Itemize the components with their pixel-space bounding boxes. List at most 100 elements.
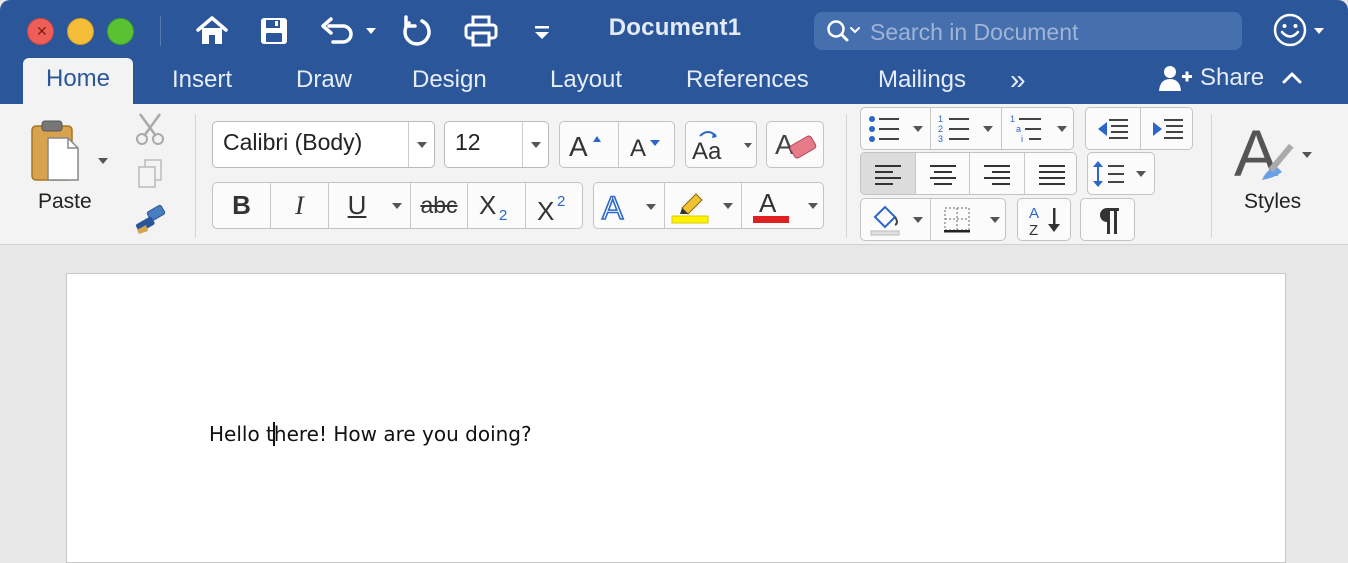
svg-text:A: A (775, 129, 794, 160)
svg-text:2: 2 (557, 193, 565, 210)
subscript-button[interactable]: X2 (468, 183, 525, 228)
format-painter-icon[interactable] (134, 204, 168, 241)
shrink-font-button[interactable]: A (619, 122, 674, 167)
bullets-options-button[interactable] (907, 108, 929, 149)
decrease-indent-icon (1098, 118, 1128, 139)
svg-text:X: X (479, 190, 496, 220)
text-effects-button[interactable]: A (594, 183, 664, 228)
home-icon[interactable] (193, 12, 231, 50)
feedback-smiley-icon[interactable] (1272, 12, 1328, 53)
share-button[interactable]: Share (1158, 60, 1306, 96)
sort-icon: AZ (1029, 205, 1060, 238)
grow-font-button[interactable]: A (560, 122, 618, 167)
svg-text:1: 1 (1010, 114, 1015, 124)
line-spacing-button[interactable] (1087, 152, 1155, 195)
svg-text:Z: Z (1029, 222, 1038, 238)
document-body-text[interactable]: Hello there! How are you doing? (209, 422, 532, 446)
superscript-button[interactable]: X2 (526, 183, 582, 228)
align-left-button[interactable] (861, 153, 915, 194)
shading-button[interactable] (861, 199, 907, 240)
paste-label[interactable]: Paste (38, 190, 92, 214)
chevron-down-icon (990, 216, 1000, 223)
chevron-down-icon (723, 202, 733, 209)
shrink-font-icon: A (630, 135, 660, 160)
tab-layout[interactable]: Layout (550, 62, 622, 98)
group-divider (846, 114, 847, 238)
tab-design[interactable]: Design (412, 62, 487, 98)
svg-text:X: X (537, 196, 554, 222)
increase-indent-button[interactable] (1141, 108, 1192, 149)
indent-group (1085, 107, 1193, 150)
bullets-button[interactable] (861, 108, 907, 149)
borders-button[interactable] (931, 199, 983, 240)
underline-options-button[interactable] (385, 183, 409, 228)
styles-icon[interactable]: A (1232, 116, 1318, 190)
tab-draw[interactable]: Draw (296, 62, 352, 98)
close-window-button[interactable]: ✕ (27, 18, 54, 45)
subscript-icon: X2 (479, 190, 507, 222)
more-tabs-button[interactable]: » (1010, 62, 1026, 98)
font-size-group: A A (559, 121, 675, 168)
align-right-button[interactable] (970, 153, 1024, 194)
font-color-options-button[interactable] (800, 183, 823, 228)
save-icon[interactable] (256, 12, 292, 50)
shading-options-button[interactable] (907, 199, 929, 240)
tab-home[interactable]: Home (23, 58, 134, 104)
numbered-list-icon: 123 (938, 114, 969, 144)
print-icon[interactable] (462, 12, 500, 50)
underline-button[interactable]: U (329, 183, 385, 228)
italic-button[interactable]: I (271, 183, 328, 228)
svg-text:2: 2 (938, 124, 943, 134)
undo-icon[interactable] (318, 12, 378, 50)
tab-mailings[interactable]: Mailings (878, 62, 966, 98)
tab-references[interactable]: References (686, 62, 809, 98)
font-name-select[interactable]: Calibri (Body) (212, 121, 435, 168)
copy-icon[interactable] (136, 158, 166, 195)
align-center-button[interactable] (916, 153, 969, 194)
svg-text:A: A (1029, 205, 1039, 222)
svg-text:1: 1 (938, 114, 943, 124)
shading-borders-group (860, 198, 1006, 241)
change-case-button[interactable]: Aa (685, 121, 757, 168)
paint-bucket-icon (870, 205, 900, 235)
eraser-icon: A (775, 129, 817, 160)
paste-icon[interactable] (30, 118, 116, 189)
styles-label[interactable]: Styles (1244, 190, 1301, 214)
collapse-ribbon-icon[interactable] (1278, 68, 1306, 88)
clear-formatting-button[interactable]: A (766, 121, 824, 168)
font-name-value: Calibri (Body) (223, 129, 363, 155)
zoom-window-button[interactable] (107, 18, 134, 45)
tab-insert[interactable]: Insert (172, 62, 232, 98)
text-style-group: B I U abc X2 X2 (212, 182, 583, 229)
borders-options-button[interactable] (983, 199, 1005, 240)
multilevel-list-button[interactable]: 1ai (1002, 108, 1050, 149)
chevron-down-icon (807, 202, 818, 209)
highlight-options-button[interactable] (715, 183, 741, 228)
select-divider (522, 122, 523, 167)
font-size-select[interactable]: 12 (444, 121, 549, 168)
search-box[interactable]: Search in Document (814, 12, 1242, 50)
customize-toolbar-icon[interactable] (530, 12, 554, 50)
show-formatting-marks-button[interactable] (1080, 198, 1135, 241)
search-placeholder: Search in Document (870, 19, 1079, 45)
align-right-icon (984, 164, 1010, 185)
decrease-indent-button[interactable] (1086, 108, 1140, 149)
justify-button[interactable] (1025, 153, 1076, 194)
sort-button[interactable]: AZ (1017, 198, 1071, 241)
minimize-window-button[interactable] (67, 18, 94, 45)
numbering-options-button[interactable] (977, 108, 999, 149)
svg-text:3: 3 (938, 134, 943, 144)
strikethrough-button[interactable]: abc (411, 183, 467, 228)
highlight-button[interactable] (665, 183, 715, 228)
bold-button[interactable]: B (213, 183, 270, 228)
cut-icon[interactable] (134, 112, 166, 151)
numbering-button[interactable]: 123 (931, 108, 977, 149)
document-title: Document1 (608, 14, 742, 41)
redo-icon[interactable] (398, 12, 434, 50)
svg-text:A: A (602, 190, 624, 223)
multilevel-options-button[interactable] (1050, 108, 1073, 149)
document-page[interactable]: Hello there! How are you doing? (66, 273, 1286, 563)
font-color-button[interactable]: A (742, 183, 800, 228)
svg-text:2: 2 (499, 207, 507, 222)
svg-text:A: A (759, 188, 777, 218)
